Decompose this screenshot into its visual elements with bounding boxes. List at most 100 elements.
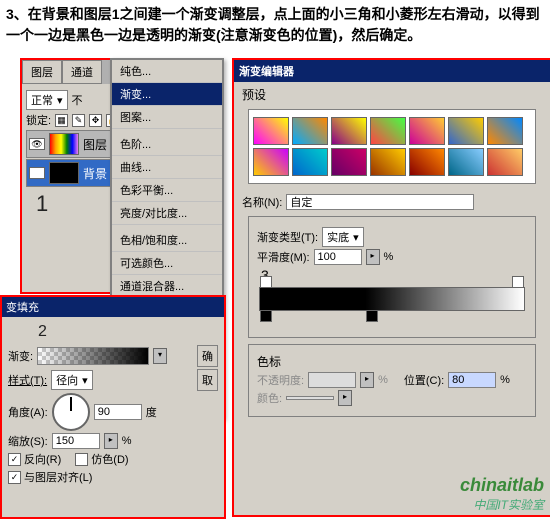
align-checkbox[interactable]: ✓与图层对齐(L) <box>8 469 92 485</box>
preset-swatch[interactable] <box>409 117 445 145</box>
blend-mode-select[interactable]: 正常 ▾ <box>26 90 68 110</box>
type-select[interactable]: 实底 ▾ <box>322 227 364 247</box>
style-value: 径向 <box>56 372 78 388</box>
reverse-checkbox[interactable]: ✓反向(R) <box>8 451 61 467</box>
smooth-unit: % <box>384 251 394 263</box>
style-label: 样式(T): <box>8 372 47 388</box>
watermark: chinaitlab 中国IT实验室 <box>460 475 544 513</box>
menu-hue-sat[interactable]: 色相/饱和度... <box>112 229 222 252</box>
preset-swatch[interactable] <box>253 148 289 176</box>
preset-swatch[interactable] <box>409 148 445 176</box>
tab-layers[interactable]: 图层 <box>22 60 62 84</box>
chevron-down-icon: ▾ <box>82 374 88 387</box>
smooth-input[interactable] <box>314 249 362 265</box>
reverse-label: 反向(R) <box>24 451 61 467</box>
menu-pattern[interactable]: 图案... <box>112 106 222 129</box>
opacity-unit: % <box>378 374 388 386</box>
preset-swatch[interactable] <box>370 148 406 176</box>
menu-solid-color[interactable]: 纯色... <box>112 60 222 83</box>
layer-name: 背景 <box>83 165 107 182</box>
watermark-logo: chinaitlab <box>460 475 544 496</box>
cancel-button[interactable]: 取 <box>197 369 218 391</box>
gradient-type-group: 渐变类型(T): 实底 ▾ 平滑度(M): ▸ % 3 <box>248 216 536 338</box>
smooth-label: 平滑度(M): <box>257 249 310 265</box>
chevron-right-icon: ▸ <box>338 390 352 406</box>
blend-mode-value: 正常 <box>31 92 53 108</box>
dialog-title: 变填充 <box>2 297 224 317</box>
layer-thumb <box>49 162 79 184</box>
align-label: 与图层对齐(L) <box>24 469 92 485</box>
opacity-input <box>308 372 356 388</box>
instruction-text: 3、在背景和图层1之间建一个渐变调整层，点上面的小三角和小菱形左右滑动，以得到一… <box>0 0 550 50</box>
stops-label: 色标 <box>257 353 527 370</box>
chevron-down-icon: ▾ <box>353 231 359 244</box>
opacity-short: 不 <box>72 92 83 108</box>
preset-swatch[interactable] <box>448 148 484 176</box>
layer-thumb <box>49 133 79 155</box>
chevron-right-icon[interactable]: ▸ <box>366 249 380 265</box>
presets-label: 预设 <box>242 86 542 103</box>
lock-pixels-icon[interactable]: ✎ <box>72 114 85 127</box>
preset-swatch[interactable] <box>331 148 367 176</box>
position-input[interactable] <box>448 372 496 388</box>
position-unit: % <box>500 374 510 386</box>
gradient-preview[interactable] <box>37 347 149 365</box>
chevron-right-icon: ▸ <box>360 372 374 388</box>
preset-swatch[interactable] <box>253 117 289 145</box>
annotation-3: 3 <box>261 267 527 283</box>
annotation-2: 2 <box>38 323 218 341</box>
name-label: 名称(N): <box>242 194 282 210</box>
preset-swatch[interactable] <box>292 117 328 145</box>
menu-curves[interactable]: 曲线... <box>112 156 222 179</box>
preset-swatch[interactable] <box>487 148 523 176</box>
preset-swatch[interactable] <box>370 117 406 145</box>
gradient-label: 渐变: <box>8 348 33 364</box>
preset-swatch[interactable] <box>292 148 328 176</box>
opacity-stop[interactable] <box>512 276 524 288</box>
color-label: 颜色: <box>257 390 282 406</box>
color-stop[interactable] <box>260 310 272 322</box>
opacity-label: 不透明度: <box>257 372 304 388</box>
ok-button[interactable]: 确 <box>197 345 218 367</box>
eye-icon[interactable]: 👁 <box>29 138 45 150</box>
scale-unit: % <box>122 435 132 447</box>
angle-label: 角度(A): <box>8 404 48 420</box>
color-stop[interactable] <box>366 310 378 322</box>
menu-levels[interactable]: 色阶... <box>112 133 222 156</box>
color-swatch <box>286 396 334 400</box>
opacity-stop[interactable] <box>260 276 272 288</box>
preset-swatch[interactable] <box>331 117 367 145</box>
menu-selective-color[interactable]: 可选颜色... <box>112 252 222 275</box>
eye-icon[interactable]: 👁 <box>29 167 45 179</box>
type-value: 实底 <box>327 229 349 245</box>
angle-input[interactable] <box>94 404 142 420</box>
preset-swatch[interactable] <box>448 117 484 145</box>
preset-swatch[interactable] <box>487 117 523 145</box>
position-label: 位置(C): <box>404 372 444 388</box>
presets-grid <box>248 109 536 184</box>
menu-color-balance[interactable]: 色彩平衡... <box>112 179 222 202</box>
style-select[interactable]: 径向 ▾ <box>51 370 93 390</box>
gradient-fill-dialog: 变填充 2 渐变: ▾ 确 样式(T): 径向▾ 取 角度(A): 度 缩放(S… <box>0 295 226 519</box>
chevron-right-icon[interactable]: ▸ <box>104 433 118 449</box>
dither-checkbox[interactable]: 仿色(D) <box>75 451 128 467</box>
menu-gradient[interactable]: 渐变... <box>112 83 222 106</box>
dialog-title: 渐变编辑器 <box>234 60 550 82</box>
tab-channels[interactable]: 通道 <box>62 60 102 84</box>
lock-pos-icon[interactable]: ✥ <box>89 114 102 127</box>
layer-name: 图层 <box>83 136 107 153</box>
lock-trans-icon[interactable]: ▦ <box>55 114 68 127</box>
angle-dial[interactable] <box>52 393 90 431</box>
watermark-sub: 中国IT实验室 <box>473 496 544 513</box>
gradient-bar[interactable] <box>259 287 525 311</box>
gradient-editor-dialog: 渐变编辑器 预设 名称(N): <box>232 58 550 517</box>
chevron-down-icon[interactable]: ▾ <box>153 348 167 364</box>
menu-brightness[interactable]: 亮度/对比度... <box>112 202 222 225</box>
name-input[interactable] <box>286 194 474 210</box>
dither-label: 仿色(D) <box>91 451 128 467</box>
type-label: 渐变类型(T): <box>257 229 318 245</box>
scale-label: 缩放(S): <box>8 433 48 449</box>
scale-input[interactable] <box>52 433 100 449</box>
lock-label: 锁定: <box>26 112 51 128</box>
chevron-down-icon: ▾ <box>57 94 63 107</box>
